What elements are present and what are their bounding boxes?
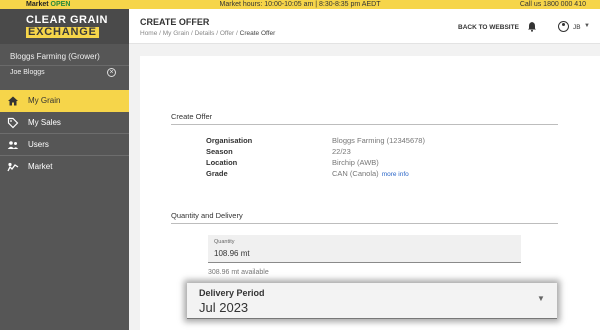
divider <box>171 223 558 224</box>
user-initials[interactable]: JB <box>573 24 581 31</box>
sidebar: CLEAR GRAIN EXCHANGE Bloggs Farming (Gro… <box>0 9 129 330</box>
market-status-bar: Market OPEN Market hours: 10:00-10:05 am… <box>0 0 600 9</box>
sidebar-item-market[interactable]: Market <box>0 156 129 178</box>
organisation-label: Organisation <box>206 136 253 145</box>
close-circle-icon[interactable]: × <box>107 68 116 77</box>
back-to-website-link[interactable]: BACK TO WEBSITE <box>458 24 519 31</box>
section-title: Quantity and Delivery <box>171 211 243 220</box>
location-label: Location <box>206 158 238 167</box>
divider <box>171 124 558 125</box>
breadcrumb-offer[interactable]: Offer <box>220 30 234 37</box>
section-title: Create Offer <box>171 112 213 121</box>
clear-grain-exchange-logo[interactable]: CLEAR GRAIN EXCHANGE <box>0 9 129 44</box>
available-quantity: 308.96 mt available <box>208 269 269 276</box>
season-value: 22/23 <box>332 147 351 156</box>
sidebar-item-users[interactable]: Users <box>0 134 129 156</box>
users-icon <box>7 139 19 151</box>
sidebar-item-my-sales[interactable]: My Sales <box>0 112 129 134</box>
sidebar-item-my-grain[interactable]: My Grain <box>0 90 129 112</box>
market-icon <box>7 161 19 173</box>
tag-icon <box>7 117 19 129</box>
quantity-value[interactable]: 108.96 mt <box>214 249 250 258</box>
divider <box>0 65 129 66</box>
delivery-period-select[interactable]: Delivery Period Jul 2023 ▼ <box>187 283 557 319</box>
logo-line-2: EXCHANGE <box>26 26 99 38</box>
account-icon[interactable] <box>558 21 569 32</box>
grade-value: CAN (Canola) more info <box>332 169 409 178</box>
sidebar-item-label: Market <box>28 162 53 171</box>
quantity-label: Quantity <box>214 239 235 245</box>
page-header: CREATE OFFER Home / My Grain / Details /… <box>129 9 600 44</box>
home-icon <box>7 95 19 107</box>
logo-line-1: CLEAR GRAIN <box>26 14 108 26</box>
breadcrumb: Home / My Grain / Details / Offer / Crea… <box>140 30 276 37</box>
grade-text: CAN (Canola) <box>332 169 379 178</box>
delivery-period-label: Delivery Period <box>199 288 265 298</box>
page-title: CREATE OFFER <box>140 17 210 27</box>
quantity-input[interactable]: Quantity 108.96 mt <box>208 235 521 263</box>
bell-icon[interactable] <box>527 21 537 35</box>
breadcrumb-details[interactable]: Details <box>195 30 215 37</box>
organisation-value: Bloggs Farming (12345678) <box>332 136 425 145</box>
chevron-down-icon[interactable]: ▼ <box>584 23 590 29</box>
delivery-period-value[interactable]: Jul 2023 <box>199 300 248 315</box>
grade-label: Grade <box>206 169 228 178</box>
sidebar-item-label: Users <box>28 140 49 149</box>
call-us-text: Call us 1800 000 410 <box>519 1 586 8</box>
breadcrumb-current: Create Offer <box>239 30 276 37</box>
more-info-link[interactable]: more info <box>382 171 409 178</box>
sidebar-item-label: My Sales <box>28 118 61 127</box>
sidebar-item-label: My Grain <box>28 96 61 105</box>
user-name: Joe Bloggs <box>10 69 45 76</box>
season-label: Season <box>206 147 233 156</box>
dropdown-arrow-icon[interactable]: ▼ <box>537 294 545 303</box>
breadcrumb-home[interactable]: Home <box>140 30 157 37</box>
location-value: Birchip (AWB) <box>332 158 379 167</box>
market-hours: Market hours: 10:00-10:05 am | 8:30-8:35… <box>219 1 381 8</box>
account-name[interactable]: Bloggs Farming (Grower) <box>10 52 100 61</box>
breadcrumb-my-grain[interactable]: My Grain <box>163 30 189 37</box>
